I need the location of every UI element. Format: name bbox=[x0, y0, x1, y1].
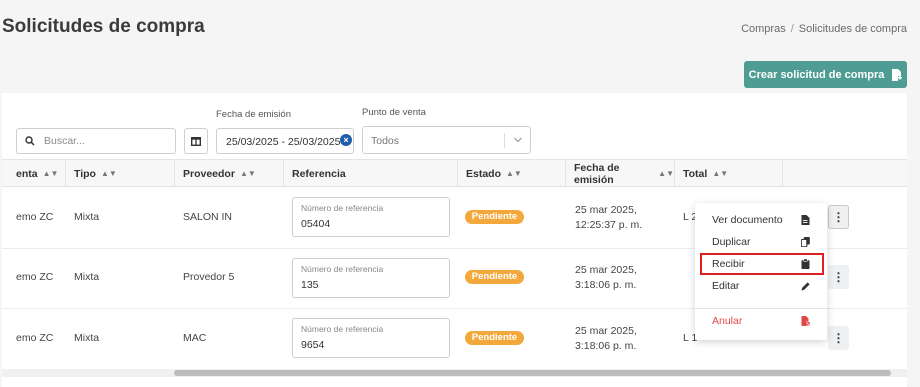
cell-tipo: Mixta bbox=[74, 211, 100, 223]
menu-item-anular[interactable]: Anular bbox=[695, 311, 827, 331]
date-filter-label: Fecha de emisión bbox=[216, 109, 291, 120]
column-header-estado[interactable]: Estado ▲▼ bbox=[458, 160, 566, 187]
pos-filter-label: Punto de venta bbox=[362, 107, 426, 118]
cell-proveedor: MAC bbox=[183, 332, 207, 344]
create-button-label: Crear solicitud de compra bbox=[748, 68, 885, 81]
cell-fecha-time: 3:18:06 p. m. bbox=[575, 340, 637, 352]
cell-tipo: Mixta bbox=[74, 332, 100, 344]
copy-icon bbox=[801, 237, 810, 247]
cell-fecha-date: 25 mar 2025, bbox=[575, 325, 637, 337]
column-header-referencia: Referencia bbox=[284, 160, 458, 187]
recibir-highlight-box bbox=[700, 253, 824, 275]
create-purchase-request-button[interactable]: Crear solicitud de compra bbox=[744, 61, 907, 88]
sort-icon: ▲▼ bbox=[712, 168, 729, 178]
breadcrumb-current: Solicitudes de compra bbox=[798, 23, 907, 35]
search-input[interactable] bbox=[44, 135, 154, 147]
sort-icon: ▲▼ bbox=[239, 168, 256, 178]
kebab-icon: ⋮ bbox=[832, 270, 845, 284]
cell-sucursal: emo ZC bbox=[16, 271, 54, 283]
reference-value: 9654 bbox=[301, 339, 325, 351]
breadcrumb-separator: / bbox=[790, 23, 794, 35]
pos-select[interactable]: Todos bbox=[362, 126, 531, 154]
cell-fecha-time: 12:25:37 p. m. bbox=[575, 219, 643, 231]
cell-sucursal: emo ZC bbox=[16, 332, 54, 344]
cell-fecha-date: 25 mar 2025, bbox=[575, 204, 637, 216]
cancel-document-icon bbox=[801, 316, 810, 326]
reference-field-label: Número de referencia bbox=[301, 324, 384, 334]
reference-field-label: Número de referencia bbox=[301, 203, 384, 213]
breadcrumb: Compras / Solicitudes de compra bbox=[741, 23, 907, 35]
horizontal-scrollbar-thumb[interactable] bbox=[174, 370, 891, 376]
reference-field[interactable]: Número de referencia 05404 bbox=[292, 197, 450, 237]
kebab-icon: ⋮ bbox=[832, 331, 845, 345]
row-actions-button[interactable]: ⋮ bbox=[828, 205, 849, 229]
cell-proveedor: Provedor 5 bbox=[183, 271, 235, 283]
menu-item-duplicar[interactable]: Duplicar bbox=[695, 232, 827, 252]
select-divider bbox=[504, 133, 505, 148]
column-header-fecha[interactable]: Fecha de emisión ▲▼ bbox=[566, 160, 675, 187]
reference-field-label: Número de referencia bbox=[301, 264, 384, 274]
status-badge: Pendiente bbox=[465, 270, 524, 284]
row-actions-button[interactable]: ⋮ bbox=[828, 326, 849, 350]
clear-date-icon[interactable]: × bbox=[340, 134, 352, 146]
cell-fecha-time: 3:18:06 p. m. bbox=[575, 279, 637, 291]
add-document-icon bbox=[892, 68, 903, 81]
sort-icon: ▲▼ bbox=[658, 168, 674, 178]
document-icon bbox=[801, 215, 810, 225]
date-range-input[interactable]: 25/03/2025 - 25/03/2025 bbox=[216, 128, 354, 154]
reference-field[interactable]: Número de referencia 135 bbox=[292, 258, 450, 298]
cell-proveedor: SALON IN bbox=[183, 211, 233, 223]
search-field[interactable] bbox=[16, 128, 176, 154]
pencil-icon bbox=[801, 282, 810, 291]
sort-icon: ▲▼ bbox=[506, 168, 522, 178]
page-title: Solicitudes de compra bbox=[2, 16, 205, 37]
cell-fecha-date: 25 mar 2025, bbox=[575, 264, 637, 276]
pos-select-value: Todos bbox=[371, 135, 400, 147]
status-badge: Pendiente bbox=[465, 210, 524, 224]
column-header-total[interactable]: Total ▲▼ bbox=[675, 160, 783, 187]
breadcrumb-parent[interactable]: Compras bbox=[741, 23, 786, 35]
search-icon bbox=[25, 136, 35, 146]
menu-item-ver-documento[interactable]: Ver documento bbox=[695, 210, 827, 230]
menu-item-editar[interactable]: Editar bbox=[695, 276, 827, 296]
cell-sucursal: emo ZC bbox=[16, 211, 54, 223]
columns-toggle-button[interactable] bbox=[184, 128, 208, 154]
row-actions-button[interactable]: ⋮ bbox=[828, 265, 849, 289]
reference-value: 05404 bbox=[301, 218, 331, 230]
table-header: enta ▲▼ Tipo ▲▼ Proveedor ▲▼ Referencia Est… bbox=[2, 159, 907, 187]
chevron-down-icon bbox=[514, 137, 522, 143]
column-header-proveedor[interactable]: Proveedor ▲▼ bbox=[175, 160, 284, 187]
columns-icon bbox=[191, 136, 201, 146]
kebab-icon: ⋮ bbox=[832, 210, 845, 224]
status-badge: Pendiente bbox=[465, 331, 524, 345]
cell-tipo: Mixta bbox=[74, 271, 100, 283]
column-header-sucursal[interactable]: enta ▲▼ bbox=[2, 160, 66, 187]
menu-divider bbox=[695, 308, 827, 309]
reference-value: 135 bbox=[301, 279, 319, 291]
reference-field[interactable]: Número de referencia 9654 bbox=[292, 318, 450, 358]
column-header-tipo[interactable]: Tipo ▲▼ bbox=[66, 160, 175, 187]
sort-icon: ▲▼ bbox=[42, 168, 59, 178]
sort-icon: ▲▼ bbox=[100, 168, 117, 178]
